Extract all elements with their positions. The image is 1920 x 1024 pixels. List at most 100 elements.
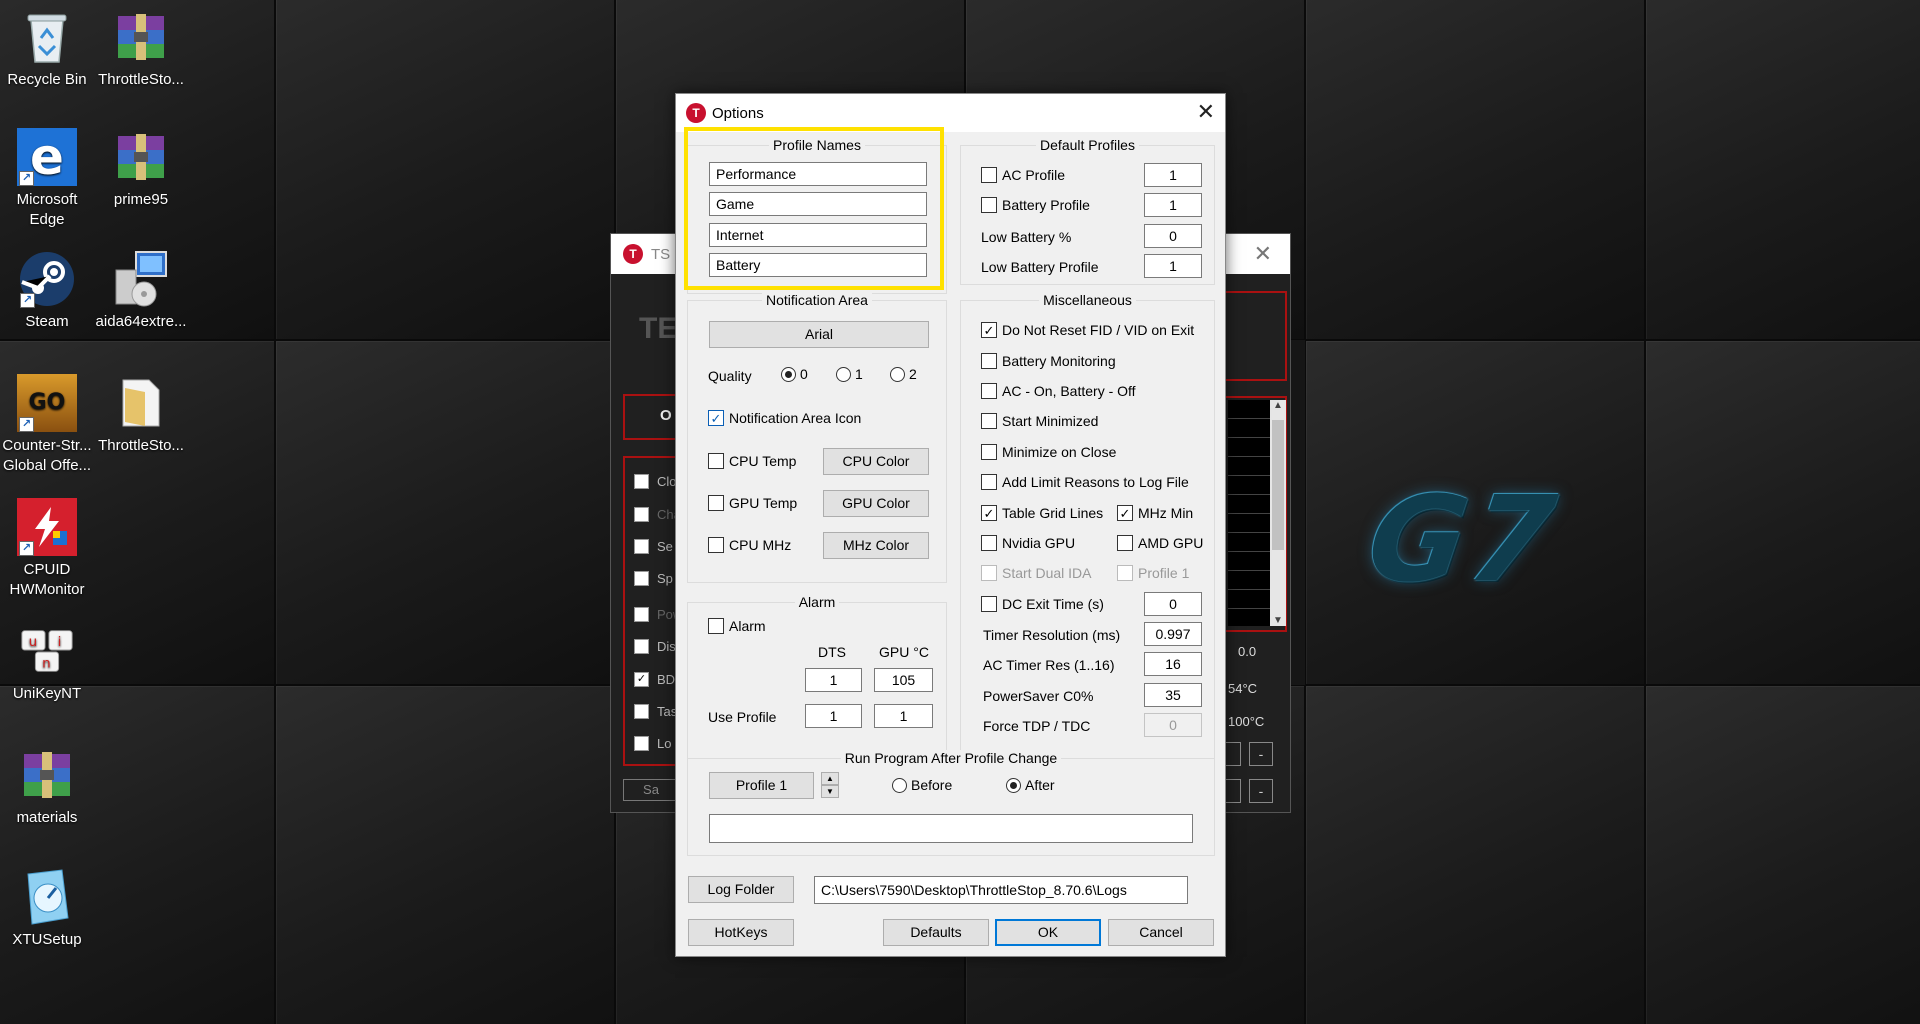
ac-profile-value-field[interactable]: 1 (1144, 163, 1202, 187)
cancel-button[interactable]: Cancel (1108, 919, 1214, 946)
cpu-temp-checkbox[interactable]: CPU Temp (708, 453, 796, 469)
program-path-field[interactable] (709, 814, 1193, 843)
force-tdp-field[interactable]: 0 (1144, 713, 1202, 737)
log-folder-button[interactable]: Log Folder (688, 876, 794, 903)
checkbox-box[interactable] (981, 535, 997, 551)
profile-name-3-field[interactable]: Internet (709, 223, 927, 247)
alarm-dts-field[interactable]: 1 (805, 668, 862, 692)
defaults-button[interactable]: Defaults (883, 919, 989, 946)
minimize-on-close-checkbox[interactable]: Minimize on Close (981, 444, 1116, 460)
timer-resolution-field[interactable]: 0.997 (1144, 622, 1202, 646)
checkbox-box[interactable]: ✓ (1117, 505, 1133, 521)
desktop-icon-throttlestop-archive[interactable]: ThrottleSto... (94, 8, 188, 90)
scroll-down-icon[interactable]: ▼ (1270, 615, 1286, 626)
checkbox-box[interactable] (981, 474, 997, 490)
ts-row[interactable]: Dis (634, 639, 676, 654)
ts-checkbox[interactable] (634, 507, 649, 522)
ts-minus-button[interactable]: - (1249, 742, 1273, 766)
desktop-icon-microsoft-edge[interactable]: e ↗ Microsoft Edge (0, 128, 94, 230)
desktop-icon-throttlestop-folder[interactable]: ThrottleSto... (94, 374, 188, 456)
spin-up-icon[interactable]: ▲ (821, 772, 839, 785)
cpu-mhz-checkbox[interactable]: CPU MHz (708, 537, 791, 553)
ts-checkbox[interactable] (634, 639, 649, 654)
checkbox-box[interactable] (981, 444, 997, 460)
ts-row[interactable]: Cha (634, 507, 681, 522)
ts-row[interactable]: Se (634, 539, 673, 554)
gpu-color-button[interactable]: GPU Color (823, 490, 929, 517)
gpu-temp-checkbox[interactable]: GPU Temp (708, 495, 797, 511)
close-icon[interactable]: ✕ (1197, 99, 1215, 125)
desktop-icon-csgo[interactable]: GO ↗ Counter-Str... Global Offe... (0, 374, 94, 476)
quality-radio-0[interactable]: 0 (781, 366, 808, 382)
ts-checkbox[interactable] (634, 607, 649, 622)
ok-button[interactable]: OK (995, 919, 1101, 946)
scroll-thumb[interactable] (1272, 420, 1284, 550)
checkbox-box[interactable] (1117, 565, 1133, 581)
dc-exit-time-checkbox[interactable]: DC Exit Time (s) (981, 596, 1104, 612)
desktop-icon-aida64[interactable]: aida64extre... (94, 250, 188, 332)
low-battery-profile-field[interactable]: 1 (1144, 254, 1202, 278)
mhz-color-button[interactable]: MHz Color (823, 532, 929, 559)
alarm-gpu-field[interactable]: 105 (874, 668, 933, 692)
checkbox-box[interactable] (981, 383, 997, 399)
checkbox-box[interactable] (708, 495, 724, 511)
ac-profile-checkbox[interactable]: AC Profile (981, 167, 1065, 183)
checkbox-box[interactable] (981, 596, 997, 612)
checkbox-box[interactable] (981, 167, 997, 183)
quality-radio-2[interactable]: 2 (890, 366, 917, 382)
after-radio[interactable]: After (1006, 777, 1055, 793)
mhz-min-checkbox[interactable]: ✓ MHz Min (1117, 505, 1193, 521)
ts-close-icon[interactable]: ✕ (1254, 241, 1272, 267)
ac-on-battery-off-checkbox[interactable]: AC - On, Battery - Off (981, 383, 1136, 399)
checkbox-box[interactable] (708, 618, 724, 634)
cpu-color-button[interactable]: CPU Color (823, 448, 929, 475)
alarm-checkbox[interactable]: Alarm (708, 618, 766, 634)
checkbox-box[interactable]: ✓ (981, 322, 997, 338)
battery-profile-checkbox[interactable]: Battery Profile (981, 197, 1090, 213)
ts-checkbox[interactable] (634, 474, 649, 489)
ts-row[interactable]: Tas (634, 704, 677, 719)
amd-gpu-checkbox[interactable]: AMD GPU (1117, 535, 1203, 551)
battery-profile-value-field[interactable]: 1 (1144, 193, 1202, 217)
ts-checkbox-checked[interactable]: ✓ (634, 672, 649, 687)
nvidia-gpu-checkbox[interactable]: Nvidia GPU (981, 535, 1075, 551)
dc-exit-time-field[interactable]: 0 (1144, 592, 1202, 616)
use-profile-gpu-field[interactable]: 1 (874, 704, 933, 728)
desktop-icon-materials[interactable]: materials (0, 746, 94, 828)
powersaver-field[interactable]: 35 (1144, 683, 1202, 707)
ts-row[interactable]: Sp (634, 571, 673, 586)
ts-row[interactable]: Lo (634, 736, 671, 751)
checkbox-box[interactable]: ✓ (708, 410, 724, 426)
checkbox-box[interactable] (708, 453, 724, 469)
desktop-icon-recycle-bin[interactable]: Recycle Bin (0, 8, 94, 90)
profile-1-checkbox[interactable]: Profile 1 (1117, 565, 1189, 581)
ts-minus-button[interactable]: - (1249, 779, 1273, 803)
add-limit-reasons-checkbox[interactable]: Add Limit Reasons to Log File (981, 474, 1189, 490)
checkbox-box[interactable] (981, 413, 997, 429)
ac-timer-res-field[interactable]: 16 (1144, 652, 1202, 676)
ts-checkbox[interactable] (634, 539, 649, 554)
start-minimized-checkbox[interactable]: Start Minimized (981, 413, 1098, 429)
battery-monitoring-checkbox[interactable]: Battery Monitoring (981, 353, 1116, 369)
ts-checkbox[interactable] (634, 571, 649, 586)
ts-row[interactable]: ✓ BD (634, 672, 675, 687)
before-radio[interactable]: Before (892, 777, 952, 793)
profile-spinner[interactable]: ▲ ▼ (821, 772, 839, 799)
table-grid-lines-checkbox[interactable]: ✓ Table Grid Lines (981, 505, 1103, 521)
desktop-icon-unikey[interactable]: u in UniKeyNT (0, 622, 94, 704)
desktop-icon-xtusetup[interactable]: XTUSetup (0, 868, 94, 950)
ts-row[interactable]: Clo (634, 474, 677, 489)
font-button[interactable]: Arial (709, 321, 929, 348)
quality-radio-1[interactable]: 1 (836, 366, 863, 382)
checkbox-box[interactable] (981, 197, 997, 213)
desktop-icon-prime95[interactable]: prime95 (94, 128, 188, 210)
checkbox-box[interactable] (981, 353, 997, 369)
profile-name-1-field[interactable]: Performance (709, 162, 927, 186)
desktop-icon-steam[interactable]: ↗ Steam (0, 250, 94, 332)
log-folder-path-field[interactable]: C:\Users\7590\Desktop\ThrottleStop_8.70.… (814, 876, 1188, 904)
do-not-reset-checkbox[interactable]: ✓ Do Not Reset FID / VID on Exit (981, 322, 1194, 338)
ts-checkbox[interactable] (634, 704, 649, 719)
checkbox-box[interactable] (1117, 535, 1133, 551)
ts-radio-fragment[interactable]: O (660, 407, 672, 424)
ts-save-button[interactable]: Sa (623, 779, 679, 801)
